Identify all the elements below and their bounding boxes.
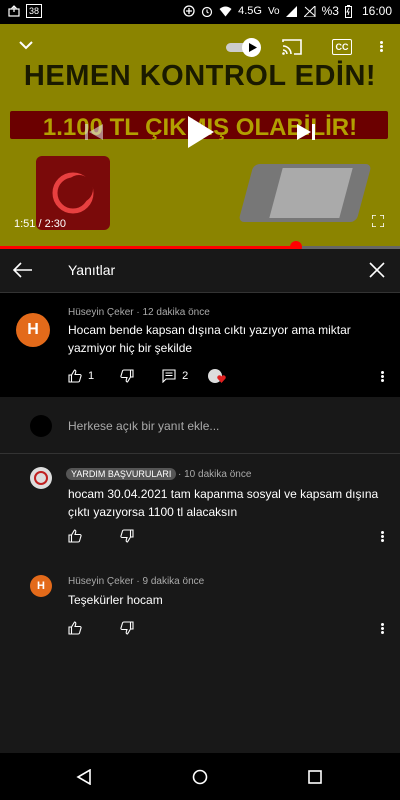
reply-item: YARDIM BAŞVURULARI · 10 dakika önce hoca… (0, 455, 400, 565)
comment-text: hocam 30.04.2021 tam kapanma sosyal ve k… (68, 487, 379, 519)
author-badge[interactable]: YARDIM BAŞVURULARI (66, 468, 177, 480)
collapse-icon[interactable] (18, 40, 34, 50)
panel-title: Yanıtlar (68, 262, 116, 278)
comment-actions (68, 529, 134, 543)
comment-author[interactable]: Hüseyin Çeker (68, 307, 134, 318)
close-icon[interactable] (369, 262, 385, 278)
back-arrow-icon[interactable] (13, 262, 33, 278)
clock: 16:00 (361, 4, 392, 18)
dislike-icon[interactable] (120, 529, 134, 543)
video-more-icon[interactable] (380, 41, 383, 53)
no-sim-icon (303, 5, 316, 17)
comment-text: Teşekürler hocam (68, 593, 163, 607)
previous-icon[interactable] (84, 123, 104, 141)
network-type: 4.5G (238, 5, 262, 17)
replies-header: Yanıtlar (0, 249, 400, 293)
autoplay-toggle[interactable] (226, 38, 264, 57)
status-bar: 38 4.5G Vo %3 16:00 (0, 0, 400, 24)
captions-button[interactable]: CC (332, 39, 352, 55)
like-icon[interactable] (68, 529, 82, 543)
comment-author[interactable]: Hüseyin Çeker (68, 576, 134, 587)
channel-avatar[interactable] (30, 467, 52, 489)
reply-icon[interactable] (162, 369, 176, 383)
reply-input[interactable]: Herkese açık bir yanıt ekle... (68, 419, 219, 433)
comment-text: Hocam bende kapsan dışına cıktı yazıyor … (68, 323, 351, 355)
battery-percent: %3 (321, 4, 339, 18)
video-time: 1:51 / 2:30 (14, 218, 66, 230)
avatar[interactable]: H (16, 313, 50, 347)
user-avatar (30, 415, 52, 437)
comment-more-icon[interactable] (381, 371, 384, 383)
reply-item: H Hüseyin Çeker · 9 dakika önce Teşekürl… (0, 565, 400, 645)
creator-heart-icon (208, 369, 226, 383)
battery-charging-icon (344, 4, 352, 18)
comment-actions: 1 2 (68, 369, 226, 383)
alarm-icon (201, 6, 213, 17)
comment-time: 9 dakika önce (142, 576, 205, 587)
like-icon[interactable] (68, 621, 82, 635)
fullscreen-icon[interactable] (372, 215, 384, 227)
comment-more-icon[interactable] (381, 531, 384, 543)
data-saver-icon (183, 5, 195, 17)
comment-time: 12 dakika önce (142, 307, 210, 318)
volte-indicator: Vo (267, 5, 280, 17)
like-count: 1 (88, 370, 95, 382)
replies-panel: Yanıtlar H Hüseyin Çeker · 12 dakika önc… (0, 249, 400, 753)
notification-badge: 38 (26, 4, 43, 18)
cast-icon[interactable] (282, 39, 302, 55)
comment-more-icon[interactable] (381, 623, 384, 635)
reply-input-row[interactable]: Herkese açık bir yanıt ekle... (0, 399, 400, 454)
avatar[interactable]: H (30, 575, 52, 597)
recents-icon[interactable] (308, 770, 322, 784)
reply-count: 2 (182, 370, 189, 382)
phone-screen-image (269, 168, 353, 218)
comment-actions (68, 621, 134, 635)
share-icon (8, 5, 20, 17)
video-headline: HEMEN KONTROL EDİN! (23, 60, 377, 92)
dislike-icon[interactable] (120, 621, 134, 635)
like-icon[interactable] (68, 369, 82, 383)
parent-comment: H Hüseyin Çeker · 12 dakika önce Hocam b… (0, 293, 400, 397)
wifi-icon (219, 6, 232, 16)
comment-meta: Hüseyin Çeker · 9 dakika önce (68, 576, 205, 587)
signal-icon (285, 5, 297, 17)
comment-time: · 10 dakika önce (178, 469, 252, 480)
back-icon[interactable] (76, 769, 92, 785)
home-icon[interactable] (192, 769, 208, 785)
play-icon[interactable] (188, 116, 214, 148)
system-nav-bar (0, 753, 400, 800)
video-player[interactable]: HEMEN KONTROL EDİN! 1.100 TL ÇIKMIŞ OLAB… (0, 24, 400, 246)
comment-meta: Hüseyin Çeker · 12 dakika önce (68, 307, 210, 318)
dislike-icon[interactable] (120, 369, 134, 383)
next-icon[interactable] (296, 123, 316, 141)
